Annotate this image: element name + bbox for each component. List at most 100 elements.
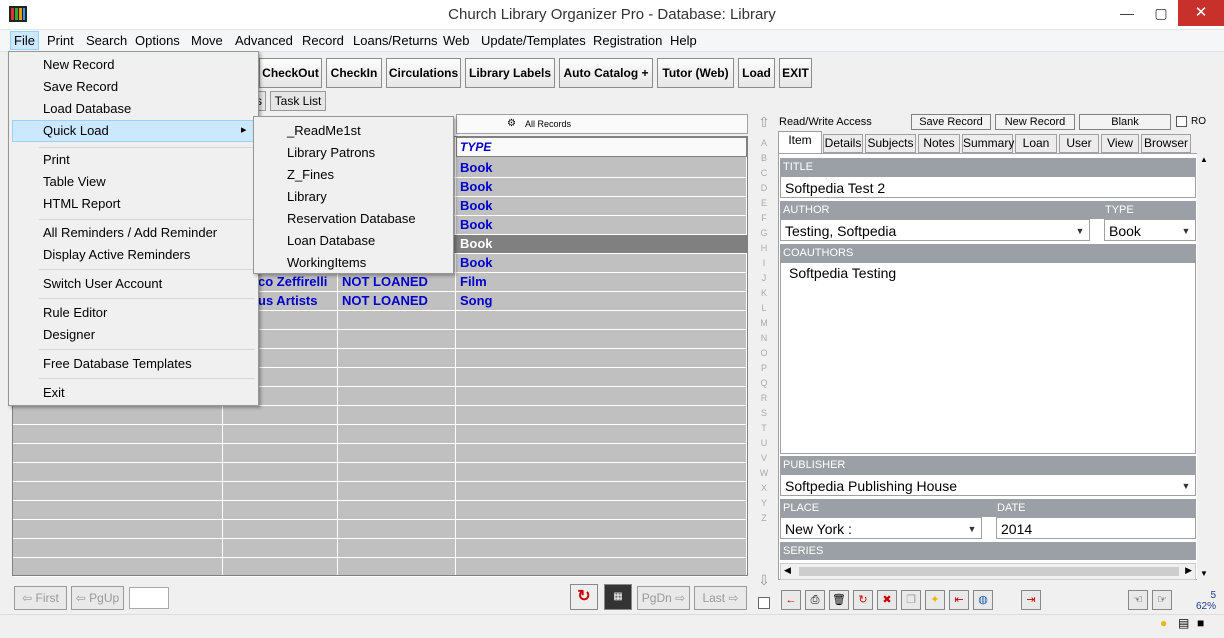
blank-button[interactable]: Blank: [1079, 114, 1171, 130]
alpha-n[interactable]: N: [756, 331, 772, 345]
table-row[interactable]: [13, 558, 747, 577]
first-button[interactable]: ⇦ First: [14, 586, 67, 610]
auto-catalog-button[interactable]: Auto Catalog +: [559, 58, 653, 88]
menu-load-database[interactable]: Load Database: [43, 101, 131, 116]
menu-save-record[interactable]: Save Record: [43, 79, 118, 94]
table-row[interactable]: [13, 501, 747, 520]
import-icon[interactable]: ⇤: [949, 590, 969, 610]
checkout-button[interactable]: CheckOut: [259, 58, 322, 88]
maximize-button[interactable]: ▢: [1144, 0, 1178, 26]
alpha-s[interactable]: S: [756, 406, 772, 420]
menu-help[interactable]: Help: [667, 33, 700, 48]
globe-icon[interactable]: ◍: [973, 590, 993, 610]
menu-new-record[interactable]: New Record: [43, 57, 115, 72]
tab-item[interactable]: Item: [778, 131, 822, 153]
alpha-k[interactable]: K: [756, 286, 772, 300]
tutor-web-button[interactable]: Tutor (Web): [657, 58, 734, 88]
form-scroll-up-icon[interactable]: ▲: [1200, 155, 1208, 164]
alpha-z[interactable]: Z: [756, 511, 772, 525]
read-only-checkbox[interactable]: [1176, 116, 1187, 127]
alpha-m[interactable]: M: [756, 316, 772, 330]
table-row[interactable]: [13, 463, 747, 482]
delete-icon[interactable]: 🗑: [829, 590, 849, 610]
quickload-z-fines[interactable]: Z_Fines: [287, 167, 334, 182]
idea-icon[interactable]: ✦: [925, 590, 945, 610]
exit-button[interactable]: EXIT: [779, 58, 812, 88]
scroll-left-icon[interactable]: ◀: [784, 565, 791, 576]
place-dropdown-icon[interactable]: ▼: [965, 521, 979, 537]
table-row[interactable]: [13, 482, 747, 501]
save-record-button[interactable]: Save Record: [911, 114, 991, 130]
table-row[interactable]: [13, 539, 747, 558]
publisher-field[interactable]: Softpedia Publishing House ▼: [780, 474, 1196, 496]
menu-print[interactable]: Print: [44, 33, 77, 48]
alpha-a[interactable]: A: [756, 136, 772, 150]
table-row[interactable]: [13, 406, 747, 425]
menu-record[interactable]: Record: [299, 33, 347, 48]
menu-options[interactable]: Options: [132, 33, 183, 48]
menu-table-view[interactable]: Table View: [43, 174, 106, 189]
alpha-y[interactable]: Y: [756, 496, 772, 510]
alpha-l[interactable]: L: [756, 301, 772, 315]
circulations-button[interactable]: Circulations: [386, 58, 461, 88]
form-scroll-down-icon[interactable]: ▼: [1200, 569, 1208, 578]
title-field[interactable]: Softpedia Test 2: [780, 176, 1196, 198]
menu-search[interactable]: Search: [83, 33, 130, 48]
alpha-j[interactable]: J: [756, 271, 772, 285]
coauthors-field[interactable]: Softpedia Testing: [780, 262, 1196, 454]
new-record-button[interactable]: New Record: [995, 114, 1075, 130]
menu-print[interactable]: Print: [43, 152, 70, 167]
quickload-readme[interactable]: _ReadMe1st: [287, 123, 361, 138]
alpha-o[interactable]: O: [756, 346, 772, 360]
author-field[interactable]: Testing, Softpedia ▼: [780, 219, 1090, 241]
alpha-r[interactable]: R: [756, 391, 772, 405]
quickload-reservation-db[interactable]: Reservation Database: [287, 211, 416, 226]
checkout-icon[interactable]: ↻: [853, 590, 873, 610]
close-button[interactable]: ✕: [1178, 0, 1224, 26]
scroll-right-icon[interactable]: ▶: [1185, 565, 1192, 576]
menu-web[interactable]: Web: [440, 33, 473, 48]
alpha-c[interactable]: C: [756, 166, 772, 180]
menu-exit[interactable]: Exit: [43, 385, 65, 400]
table-row[interactable]: [13, 444, 747, 463]
library-labels-button[interactable]: Library Labels: [465, 58, 555, 88]
alpha-b[interactable]: B: [756, 151, 772, 165]
load-button[interactable]: Load: [738, 58, 775, 88]
menu-file[interactable]: File: [10, 31, 39, 50]
table-row[interactable]: [13, 520, 747, 539]
next-record-icon[interactable]: ☞: [1152, 590, 1172, 610]
select-checkbox[interactable]: [758, 597, 770, 609]
quickload-loan-db[interactable]: Loan Database: [287, 233, 375, 248]
export-icon[interactable]: ⇥: [1021, 590, 1041, 610]
menu-move[interactable]: Move: [188, 33, 226, 48]
type-field[interactable]: Book ▼: [1104, 219, 1196, 241]
publisher-dropdown-icon[interactable]: ▼: [1179, 478, 1193, 494]
alpha-v[interactable]: V: [756, 451, 772, 465]
alpha-d[interactable]: D: [756, 181, 772, 195]
alpha-h[interactable]: H: [756, 241, 772, 255]
alpha-g[interactable]: G: [756, 226, 772, 240]
tab-summary[interactable]: Summary: [962, 134, 1014, 153]
menu-display-reminders[interactable]: Display Active Reminders: [43, 247, 190, 262]
refresh-icon[interactable]: ↻: [570, 584, 598, 610]
scroll-thumb[interactable]: [799, 567, 1179, 576]
menu-all-reminders[interactable]: All Reminders / Add Reminder: [43, 225, 217, 240]
scroll-up-arrow-icon[interactable]: ⇧: [756, 114, 772, 132]
tab-user[interactable]: User: [1059, 134, 1099, 153]
tab-details[interactable]: Details: [823, 134, 863, 153]
bulb-icon[interactable]: ●: [1160, 616, 1174, 634]
menu-advanced[interactable]: Advanced: [232, 33, 296, 48]
place-field[interactable]: New York : ▼: [780, 517, 982, 539]
filter-bar[interactable]: ⚙ All Records: [456, 114, 748, 134]
alpha-u[interactable]: U: [756, 436, 772, 450]
tab-browser[interactable]: Browser: [1141, 134, 1191, 153]
alpha-q[interactable]: Q: [756, 376, 772, 390]
alpha-f[interactable]: F: [756, 211, 772, 225]
minimize-button[interactable]: —: [1110, 0, 1144, 26]
record-number-input[interactable]: [129, 587, 169, 609]
menu-designer[interactable]: Designer: [43, 327, 95, 342]
tab-notes[interactable]: Notes: [918, 134, 960, 153]
tab-subjects[interactable]: Subjects: [865, 134, 916, 153]
menu-loans-returns[interactable]: Loans/Returns: [350, 33, 441, 48]
prev-record-icon[interactable]: ☜: [1128, 590, 1148, 610]
